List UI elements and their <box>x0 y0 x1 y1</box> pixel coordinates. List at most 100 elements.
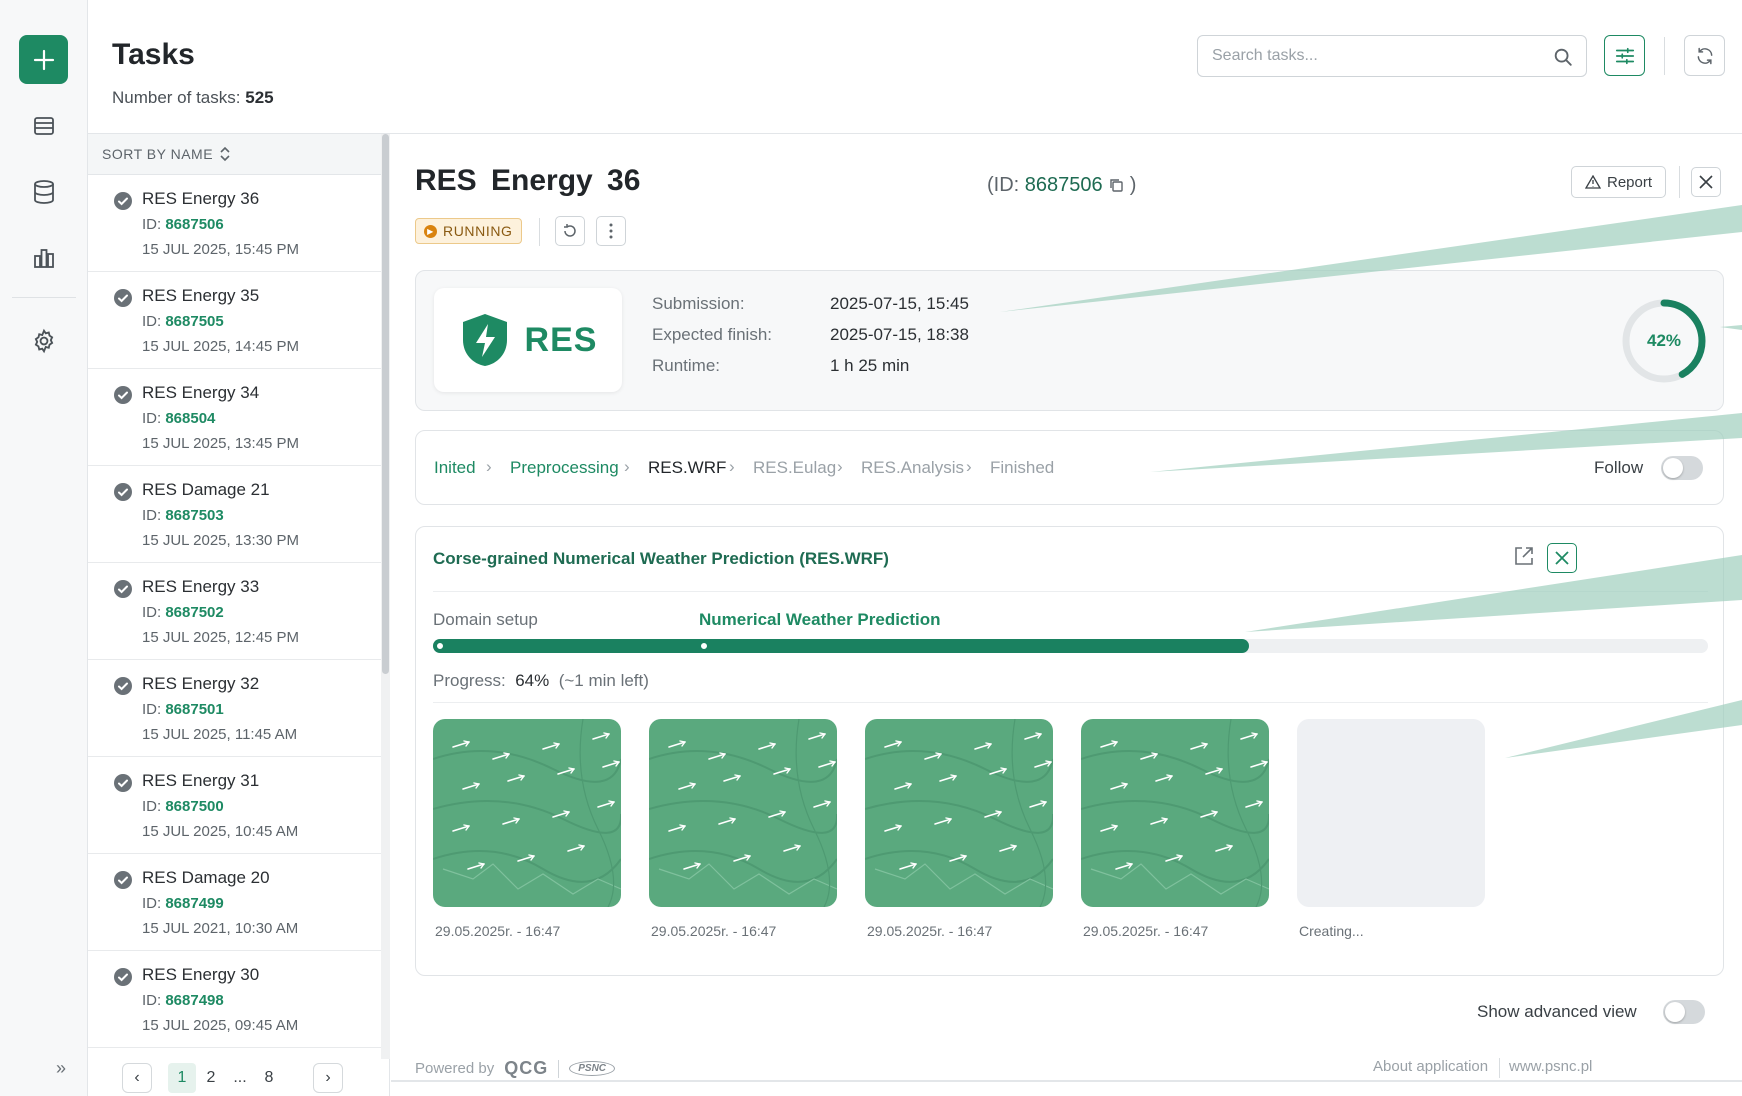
task-id-line: ID: 8687506 <box>142 216 224 233</box>
task-list-panel: SORT BY NAME RES Energy 36 ID: 8687506 15 … <box>88 134 390 1096</box>
shield-bolt-icon <box>462 314 507 366</box>
list-icon <box>33 116 54 135</box>
follow-toggle[interactable] <box>1661 456 1703 480</box>
database-icon <box>33 179 54 204</box>
pipeline-step[interactable]: RES.Eulag <box>753 458 836 478</box>
pipeline-step[interactable]: RES.Analysis <box>861 458 964 478</box>
follow-label: Follow <box>1594 458 1644 477</box>
stage-progress-fill <box>433 639 1249 653</box>
toggle-knob <box>1665 1002 1685 1022</box>
prev-page-button[interactable]: ‹ <box>122 1063 152 1093</box>
task-id-line: ID: 8687505 <box>142 313 224 330</box>
pipeline-steps-card: Inited › Preprocessing › RES.WRF › RES.Eulag › R… <box>415 430 1724 505</box>
weather-map-thumbnail[interactable] <box>865 719 1053 907</box>
stage-card: Corse-grained Numerical Weather Predicti… <box>415 526 1724 976</box>
detail-header-divider <box>1679 166 1680 198</box>
search-icon[interactable] <box>1552 46 1574 68</box>
runtime-label: Runtime: <box>652 356 721 375</box>
task-list-item[interactable]: RES Energy 35 ID: 8687505 15 JUL 2025, 14:… <box>88 272 381 369</box>
pipeline-step[interactable]: Preprocessing <box>510 458 619 478</box>
restart-icon <box>564 224 576 237</box>
runtime-value: 1 h 25 min <box>830 356 910 375</box>
task-list-item[interactable]: RES Damage 21 ID: 8687503 15 JUL 2025, 13:… <box>88 466 381 563</box>
check-circle-icon <box>114 192 132 210</box>
sort-updown-icon <box>220 146 230 162</box>
page-2-button[interactable]: 2 <box>200 1063 222 1093</box>
advanced-view-toggle[interactable] <box>1663 1000 1705 1024</box>
expand-rail-icon[interactable]: » <box>56 1058 66 1079</box>
task-title: RES Energy 36 <box>415 164 641 197</box>
task-id: (ID: 8687506 ) <box>987 174 1137 196</box>
page-title: Tasks <box>112 38 195 71</box>
pipeline-step[interactable]: RES.WRF <box>648 458 726 478</box>
external-link-icon[interactable] <box>1513 545 1535 567</box>
pipeline-step[interactable]: Inited <box>434 458 476 478</box>
task-date: 15 JUL 2025, 10:45 AM <box>142 823 299 840</box>
copy-icon[interactable] <box>1108 177 1124 193</box>
header-divider <box>1664 37 1665 75</box>
weather-map-graphic <box>649 719 837 907</box>
footer-divider <box>558 1059 560 1078</box>
weather-map-graphic <box>1081 719 1269 907</box>
task-detail-panel: RES Energy 36 (ID: 8687506 ) Report ▶ RU… <box>391 134 1742 1096</box>
task-name: RES Energy 36 <box>142 189 260 208</box>
close-stage-button[interactable] <box>1547 543 1577 573</box>
task-list-item[interactable]: RES Energy 36 ID: 8687506 15 JUL 2025, 15:… <box>88 175 381 272</box>
left-rail: » <box>0 0 88 1096</box>
page-8-button[interactable]: 8 <box>258 1063 280 1093</box>
task-name: RES Energy 33 <box>142 577 260 596</box>
task-list-item[interactable]: RES Energy 34 ID: 868504 15 JUL 2025, 13:4… <box>88 369 381 466</box>
task-id-line: ID: 8687501 <box>142 701 224 718</box>
sort-by-name-button[interactable]: SORT BY NAME <box>88 134 381 175</box>
page-1-button[interactable]: 1 <box>168 1063 196 1093</box>
check-circle-icon <box>114 386 132 404</box>
task-name: RES Energy 34 <box>142 383 260 402</box>
weather-map-thumbnail[interactable] <box>1081 719 1269 907</box>
nav-settings-button[interactable] <box>19 316 68 365</box>
footer-rule <box>391 1080 1742 1082</box>
about-link[interactable]: About application <box>1373 1058 1488 1075</box>
check-circle-icon <box>114 677 132 695</box>
advanced-view-label: Show advanced view <box>1477 1002 1637 1021</box>
page-ellipsis: ... <box>233 1069 247 1086</box>
task-date: 15 JUL 2025, 12:45 PM <box>142 629 300 646</box>
plus-icon <box>33 49 54 70</box>
list-scrollbar[interactable] <box>382 134 389 674</box>
nav-data-button[interactable] <box>19 167 68 216</box>
task-list-item[interactable]: RES Energy 33 ID: 8687502 15 JUL 2025, 12:… <box>88 563 381 660</box>
filter-button[interactable] <box>1604 35 1645 76</box>
weather-map-thumbnail[interactable] <box>649 719 837 907</box>
nav-tasks-button[interactable] <box>19 101 68 150</box>
psnc-site-link[interactable]: www.psnc.pl <box>1509 1058 1592 1075</box>
task-name: RES Energy 30 <box>142 965 260 984</box>
footer: Powered by QCG PSNC About application ww… <box>415 1050 1724 1080</box>
weather-map-thumbnail[interactable] <box>433 719 621 907</box>
task-list-item[interactable]: RES Energy 30 ID: 8687498 15 JUL 2025, 09:… <box>88 951 381 1048</box>
chevron-right-icon: › <box>486 457 492 476</box>
next-page-button[interactable]: › <box>313 1063 343 1093</box>
restart-button[interactable] <box>555 216 585 246</box>
task-date: 15 JUL 2021, 10:30 AM <box>142 920 299 937</box>
search-input[interactable] <box>1212 36 1542 76</box>
report-button[interactable]: Report <box>1571 166 1666 198</box>
task-list-item[interactable]: RES Damage 20 ID: 8687499 15 JUL 2021, 10:… <box>88 854 381 951</box>
nav-stats-button[interactable] <box>19 233 68 282</box>
more-actions-button[interactable] <box>596 216 626 246</box>
pagination: ‹ 1 2 ... 8 › <box>88 1059 390 1096</box>
overall-progress-label: 42% <box>1646 331 1682 350</box>
play-icon: ▶ <box>424 224 437 238</box>
stage-divider <box>433 591 1708 592</box>
status-divider <box>539 218 540 246</box>
pipeline-step[interactable]: Finished <box>990 458 1054 478</box>
close-detail-button[interactable] <box>1691 167 1721 197</box>
check-circle-icon <box>114 483 132 501</box>
task-list-item[interactable]: RES Energy 31 ID: 8687500 15 JUL 2025, 10:… <box>88 757 381 854</box>
refresh-button[interactable] <box>1684 35 1725 76</box>
powered-by: Powered by QCG PSNC <box>415 1058 616 1079</box>
expected-finish-value: 2025-07-15, 18:38 <box>830 325 969 344</box>
search-box <box>1197 35 1587 77</box>
add-task-button[interactable] <box>19 35 68 84</box>
more-vertical-icon <box>609 223 613 239</box>
close-icon <box>1555 551 1569 565</box>
task-list-item[interactable]: RES Energy 32 ID: 8687501 15 JUL 2025, 11:… <box>88 660 381 757</box>
